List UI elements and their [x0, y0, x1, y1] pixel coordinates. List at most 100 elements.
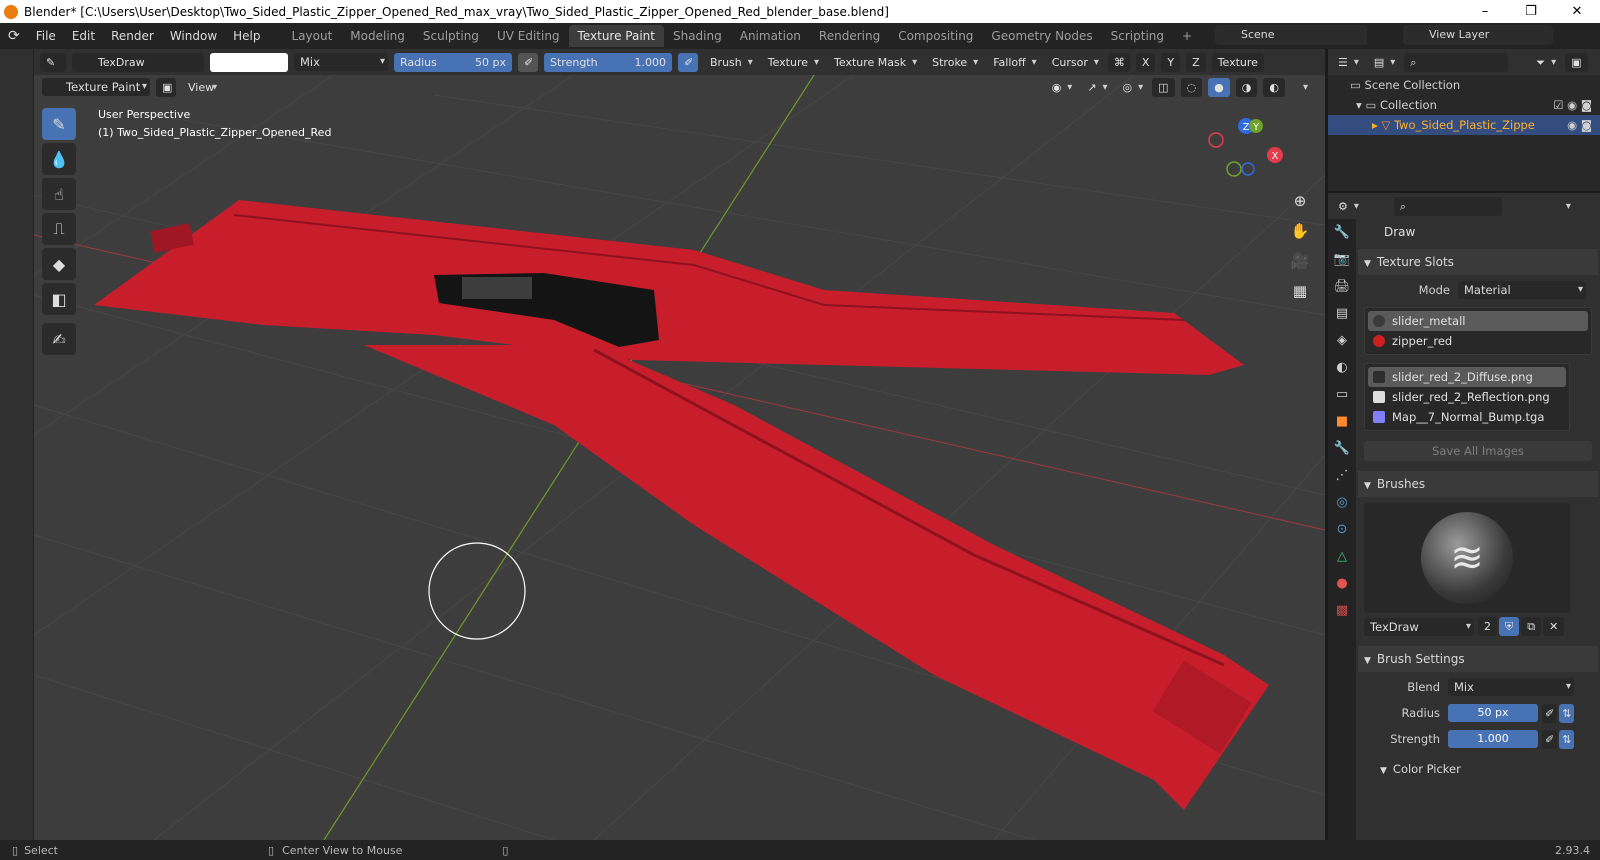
navigation-gizmo[interactable]: Z Y X: [1208, 118, 1283, 177]
falloff-menu[interactable]: Falloff: [987, 53, 1039, 72]
radius-unit-icon[interactable]: ✐: [1542, 703, 1558, 723]
texture-slots-panel-header[interactable]: ▼ Texture Slots: [1358, 249, 1598, 275]
tab-geometry-nodes[interactable]: Geometry Nodes: [982, 25, 1101, 47]
view-menu[interactable]: View: [182, 78, 220, 97]
tab-uv-editing[interactable]: UV Editing: [488, 25, 569, 47]
draw-tool-icon[interactable]: ✎: [42, 108, 76, 140]
solid-shading-icon[interactable]: ●: [1208, 77, 1230, 97]
tab-shading[interactable]: Shading: [664, 25, 731, 47]
material-tab-icon[interactable]: ●: [1328, 570, 1356, 597]
properties-options-icon[interactable]: [1554, 197, 1574, 216]
brushes-panel-header[interactable]: ▼ Brushes: [1358, 471, 1598, 497]
render-tab-icon[interactable]: 📷: [1328, 246, 1356, 273]
maximize-button[interactable]: ❐: [1508, 0, 1554, 23]
view-layer-selector[interactable]: View Layer: [1403, 25, 1553, 45]
axis-z-toggle[interactable]: Z: [1186, 52, 1206, 72]
tab-compositing[interactable]: Compositing: [889, 25, 982, 47]
fake-user-shield-icon[interactable]: ⛨: [1499, 617, 1520, 636]
axis-y-toggle[interactable]: Y: [1161, 52, 1181, 72]
menu-edit[interactable]: Edit: [64, 29, 103, 43]
ortho-grid-icon[interactable]: ▦: [1287, 278, 1313, 304]
brush-users-count[interactable]: 2: [1478, 617, 1497, 636]
pressure-strength-icon[interactable]: ✐: [678, 52, 698, 72]
cursor-menu[interactable]: Cursor: [1046, 53, 1102, 72]
blend-dropdown[interactable]: Mix: [1448, 678, 1574, 696]
material-shading-icon[interactable]: ◑: [1235, 77, 1258, 97]
properties-search-input[interactable]: ⌕: [1393, 196, 1502, 216]
color-picker-subpanel[interactable]: ▼ Color Picker: [1358, 762, 1598, 776]
strength-unit-icon[interactable]: ✐: [1542, 729, 1558, 749]
brush-preview[interactable]: ≋: [1364, 503, 1570, 613]
output-tab-icon[interactable]: 🖨: [1328, 273, 1356, 300]
outliner-scene-collection[interactable]: ▭ Scene Collection: [1328, 75, 1600, 95]
scene-selector[interactable]: Scene: [1215, 25, 1367, 45]
material-slot-item[interactable]: zipper_red: [1368, 331, 1588, 351]
wireframe-shading-icon[interactable]: ◌: [1180, 77, 1203, 97]
outliner-editor-type-icon[interactable]: ☰: [1332, 53, 1362, 72]
physics-tab-icon[interactable]: ◎: [1328, 489, 1356, 516]
image-slot-item[interactable]: slider_red_2_Reflection.png: [1368, 387, 1566, 407]
symmetry-icon[interactable]: ⌘: [1107, 52, 1130, 72]
collection-tab-icon[interactable]: ▭: [1328, 381, 1356, 408]
axis-x-toggle[interactable]: X: [1135, 52, 1156, 72]
texture-menu[interactable]: Texture: [762, 53, 822, 72]
overlay-toggle-icon[interactable]: ◎: [1117, 78, 1147, 97]
tab-sculpting[interactable]: Sculpting: [414, 25, 488, 47]
xray-toggle-icon[interactable]: ◫: [1152, 77, 1175, 97]
texture-tab[interactable]: Texture: [1211, 52, 1264, 72]
modifier-tab-icon[interactable]: 🔧: [1328, 435, 1356, 462]
texture-tab-icon[interactable]: ▩: [1328, 597, 1356, 624]
mode-dropdown[interactable]: Material: [1458, 281, 1586, 299]
new-collection-icon[interactable]: ▣: [1565, 52, 1588, 72]
texture-mask-menu[interactable]: Texture Mask: [828, 53, 920, 72]
constraints-tab-icon[interactable]: ⊙: [1328, 516, 1356, 543]
duplicate-brush-icon[interactable]: ⧉: [1521, 617, 1542, 636]
clone-tool-icon[interactable]: ⎍: [42, 213, 76, 245]
outliner-search-input[interactable]: ⌕: [1404, 52, 1509, 72]
properties-editor-type-icon[interactable]: ⚙: [1332, 197, 1362, 216]
save-all-images-button[interactable]: Save All Images: [1364, 441, 1592, 461]
tab-texture-paint[interactable]: Texture Paint: [568, 25, 664, 47]
strength-slider[interactable]: Strength 1.000: [544, 52, 672, 72]
add-workspace-button[interactable]: +: [1173, 25, 1201, 47]
strength-slider[interactable]: 1.000: [1448, 730, 1538, 748]
camera-view-icon[interactable]: 🎥: [1287, 248, 1313, 274]
mask-tool-icon[interactable]: ◧: [42, 283, 76, 315]
particles-tab-icon[interactable]: ⋰: [1328, 462, 1356, 489]
object-visibility-icons[interactable]: ◉ ◙: [1567, 115, 1592, 135]
menu-help[interactable]: Help: [225, 29, 268, 43]
fill-tool-icon[interactable]: ◆: [42, 248, 76, 280]
mask-toggle-icon[interactable]: ▣: [156, 77, 176, 97]
image-slot-item[interactable]: Map__7_Normal_Bump.tga: [1368, 407, 1566, 427]
minimize-button[interactable]: –: [1462, 0, 1508, 23]
shading-options-icon[interactable]: [1291, 78, 1311, 97]
outliner-collection[interactable]: ▾ ▭ Collection ☑ ◉ ◙: [1328, 95, 1600, 115]
image-slot-item[interactable]: slider_red_2_Diffuse.png: [1368, 367, 1566, 387]
collection-visibility-icons[interactable]: ☑ ◉ ◙: [1553, 95, 1592, 115]
pan-hand-icon[interactable]: ✋: [1287, 218, 1313, 244]
brush-icon[interactable]: ✎: [40, 52, 66, 72]
tab-animation[interactable]: Animation: [731, 25, 810, 47]
radius-slider[interactable]: Radius 50 px: [394, 52, 512, 72]
tab-layout[interactable]: Layout: [283, 25, 342, 47]
outliner-display-mode-icon[interactable]: ▤: [1368, 53, 1398, 72]
world-tab-icon[interactable]: ◐: [1328, 354, 1356, 381]
radius-pressure-icon[interactable]: ⇅: [1559, 703, 1575, 723]
outliner-object-row[interactable]: ▸ ▽ Two_Sided_Plastic_Zippe ◉ ◙: [1328, 115, 1600, 135]
tab-modeling[interactable]: Modeling: [341, 25, 414, 47]
color-swatch[interactable]: [210, 52, 288, 72]
data-tab-icon[interactable]: △: [1328, 543, 1356, 570]
brush-settings-panel-header[interactable]: ▼ Brush Settings: [1358, 646, 1598, 672]
tab-scripting[interactable]: Scripting: [1102, 25, 1173, 47]
outliner-filter-icon[interactable]: ⏷: [1530, 53, 1559, 72]
gizmo-toggle-icon[interactable]: ↗: [1081, 78, 1110, 97]
brush-menu[interactable]: Brush: [704, 53, 756, 72]
tab-rendering[interactable]: Rendering: [810, 25, 889, 47]
rendered-shading-icon[interactable]: ◐: [1263, 77, 1285, 97]
zoom-icon[interactable]: ⊕: [1287, 188, 1313, 214]
annotate-tool-icon[interactable]: ✍: [42, 323, 76, 355]
close-button[interactable]: ✕: [1554, 0, 1600, 23]
material-slot-item[interactable]: slider_metall: [1368, 311, 1588, 331]
soften-tool-icon[interactable]: 💧: [42, 143, 76, 175]
blender-menu-icon[interactable]: ⟳: [0, 28, 28, 44]
